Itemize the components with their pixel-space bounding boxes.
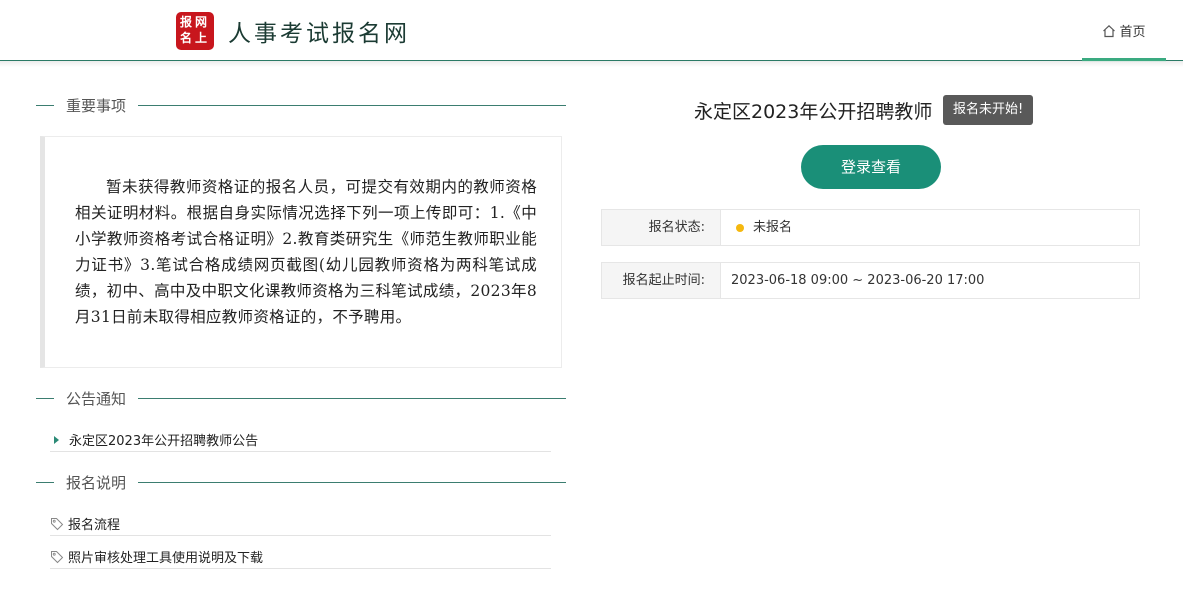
important-section-header: 重要事项 <box>36 95 566 115</box>
status-value-cell: 未报名 <box>721 210 1139 245</box>
divider <box>36 104 54 106</box>
important-notice-box: 暂未获得教师资格证的报名人员，可提交有效期内的教师资格相关证明材料。根据自身实际… <box>40 136 562 368</box>
period-label: 报名起止时间: <box>602 263 721 298</box>
section-title: 重要事项 <box>66 96 127 115</box>
guide-section-header: 报名说明 <box>36 472 566 492</box>
tag-icon <box>51 550 64 563</box>
status-label: 报名状态: <box>602 210 721 245</box>
status-row: 报名状态: 未报名 <box>601 209 1140 246</box>
section-title: 公告通知 <box>66 389 127 408</box>
nav-home-link[interactable]: 首页 <box>1082 0 1166 62</box>
status-dot-icon <box>736 223 744 232</box>
period-value: 2023-06-18 09:00 ~ 2023-06-20 17:00 <box>731 273 985 288</box>
divider <box>36 397 54 399</box>
guide-list: 报名流程 照片审核处理工具使用说明及下载 <box>50 512 551 569</box>
period-value-cell: 2023-06-18 09:00 ~ 2023-06-20 17:00 <box>721 263 1139 298</box>
exam-title: 永定区2023年公开招聘教师 <box>694 101 933 123</box>
divider <box>138 481 566 483</box>
announcement-link[interactable]: 永定区2023年公开招聘教师公告 <box>69 430 258 449</box>
important-notice-text: 暂未获得教师资格证的报名人员，可提交有效期内的教师资格相关证明材料。根据自身实际… <box>75 178 537 326</box>
home-icon <box>1103 24 1116 37</box>
logo-char: 网 <box>195 15 208 29</box>
guide-link[interactable]: 照片审核处理工具使用说明及下载 <box>68 547 263 566</box>
arrow-right-icon <box>54 435 59 444</box>
logo-char: 名 <box>180 31 193 45</box>
announcement-item[interactable]: 永定区2023年公开招聘教师公告 <box>50 428 551 452</box>
divider <box>138 104 566 106</box>
divider <box>138 397 566 399</box>
header-shadow <box>0 61 1183 67</box>
announcements-section-header: 公告通知 <box>36 388 566 408</box>
period-row: 报名起止时间: 2023-06-18 09:00 ~ 2023-06-20 17… <box>601 262 1140 299</box>
site-title: 人事考试报名网 <box>228 21 410 47</box>
registration-status-badge: 报名未开始! <box>943 95 1034 125</box>
announcement-list: 永定区2023年公开招聘教师公告 <box>50 428 551 452</box>
site-logo[interactable]: 报 网 名 上 人事考试报名网 <box>176 11 410 51</box>
tag-icon <box>51 517 64 530</box>
logo-char: 报 <box>180 15 193 29</box>
nav-home-label: 首页 <box>1119 25 1146 40</box>
site-header: 报 网 名 上 人事考试报名网 首页 <box>0 0 1183 62</box>
logo-seal-icon: 报 网 名 上 <box>176 12 214 50</box>
logo-char: 上 <box>195 31 208 45</box>
guide-item[interactable]: 照片审核处理工具使用说明及下载 <box>50 545 551 569</box>
login-view-button[interactable]: 登录查看 <box>801 145 941 189</box>
guide-item[interactable]: 报名流程 <box>50 512 551 536</box>
guide-link[interactable]: 报名流程 <box>68 514 120 533</box>
divider <box>36 481 54 483</box>
section-title: 报名说明 <box>66 473 127 492</box>
status-value: 未报名 <box>753 220 793 235</box>
